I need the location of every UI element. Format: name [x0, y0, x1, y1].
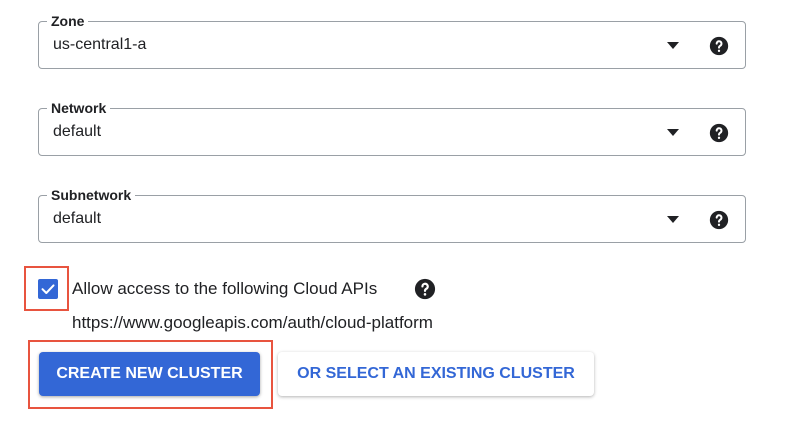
api-access-label: Allow access to the following Cloud APIs [72, 279, 378, 298]
check-icon [41, 284, 55, 294]
api-access-checkbox[interactable] [38, 279, 58, 299]
subnetwork-label: Subnetwork [47, 186, 136, 204]
dropdown-arrow-icon[interactable] [667, 129, 679, 136]
api-scope-url: https://www.googleapis.com/auth/cloud-pl… [72, 313, 433, 332]
zone-select[interactable]: Zone us-central1-a [38, 12, 746, 69]
subnetwork-value: default [53, 210, 102, 227]
create-new-cluster-button[interactable]: CREATE NEW CLUSTER [39, 352, 260, 396]
help-icon[interactable] [414, 278, 436, 300]
zone-label: Zone [47, 12, 89, 30]
help-icon[interactable] [709, 36, 729, 56]
subnetwork-select[interactable]: Subnetwork default [38, 186, 746, 243]
zone-value: us-central1-a [53, 36, 147, 53]
network-label: Network [47, 99, 111, 117]
network-value: default [53, 123, 102, 140]
help-icon[interactable] [709, 123, 729, 143]
network-select[interactable]: Network default [38, 99, 746, 156]
dropdown-arrow-icon[interactable] [667, 42, 679, 49]
dropdown-arrow-icon[interactable] [667, 216, 679, 223]
help-icon[interactable] [709, 210, 729, 230]
select-existing-cluster-button[interactable]: OR SELECT AN EXISTING CLUSTER [278, 352, 594, 396]
